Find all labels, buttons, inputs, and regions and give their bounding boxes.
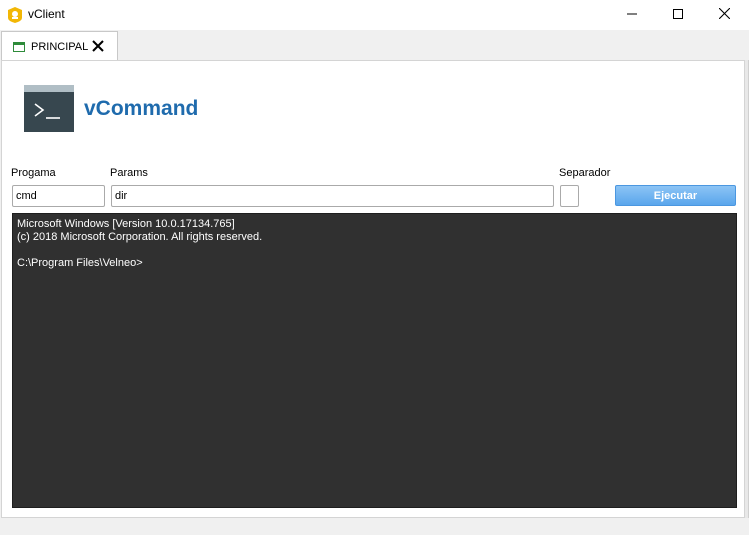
console-line: C:\Program Files\Velneo> xyxy=(17,257,143,269)
minimize-icon xyxy=(627,8,637,22)
separator-input[interactable] xyxy=(560,185,579,207)
window-icon xyxy=(13,41,25,52)
main-panel: vCommand Progama Params Separador Ejecut… xyxy=(1,60,745,518)
app-window: vClient PRINCIPAL vCommand Progama Param… xyxy=(0,0,749,535)
close-icon xyxy=(718,7,730,22)
separator-label: Separador xyxy=(559,167,611,179)
run-button[interactable]: Ejecutar xyxy=(615,185,736,206)
maximize-button[interactable] xyxy=(655,0,701,30)
tab-principal[interactable]: PRINCIPAL xyxy=(1,31,118,60)
params-input[interactable] xyxy=(111,185,554,207)
status-bar xyxy=(0,518,749,535)
console-line: Microsoft Windows [Version 10.0.17134.76… xyxy=(17,218,235,230)
close-window-button[interactable] xyxy=(701,0,747,30)
window-title: vClient xyxy=(28,7,65,21)
terminal-icon xyxy=(24,85,74,132)
vclient-icon xyxy=(8,7,22,23)
params-label: Params xyxy=(110,167,148,179)
title-bar[interactable]: vClient xyxy=(0,0,749,30)
tab-bar: PRINCIPAL xyxy=(0,30,749,60)
minimize-button[interactable] xyxy=(609,0,655,30)
close-icon[interactable] xyxy=(91,39,105,53)
page-title: vCommand xyxy=(84,97,199,120)
maximize-icon xyxy=(673,8,683,22)
console-output[interactable]: Microsoft Windows [Version 10.0.17134.76… xyxy=(12,213,737,508)
console-line: (c) 2018 Microsoft Corporation. All righ… xyxy=(17,231,263,243)
tab-label: PRINCIPAL xyxy=(31,41,89,53)
right-edge xyxy=(745,60,748,518)
program-input[interactable] xyxy=(12,185,105,207)
program-label: Progama xyxy=(11,167,56,179)
